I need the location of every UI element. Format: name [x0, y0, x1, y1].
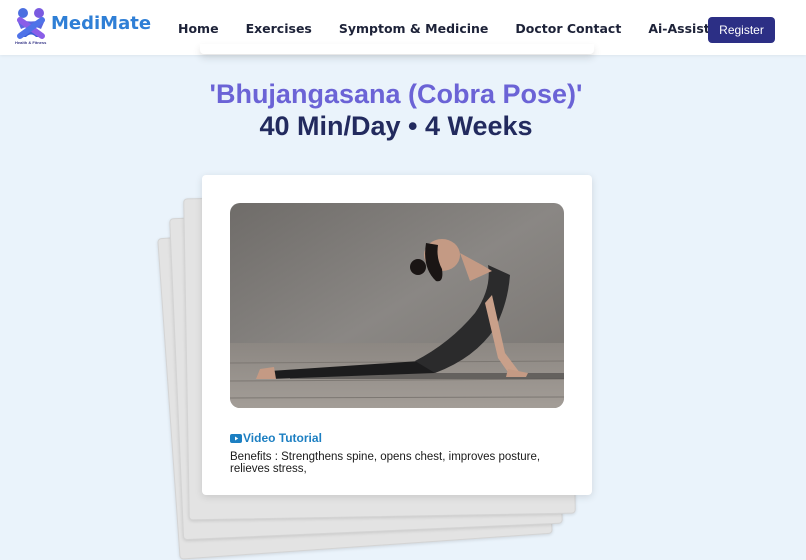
video-tutorial-link[interactable]: Video Tutorial: [230, 431, 322, 445]
nav-item-exercises[interactable]: Exercises: [246, 21, 312, 36]
benefits-text: Benefits : Strengthens spine, opens ches…: [230, 451, 541, 475]
brand-tagline: Health & Fitness: [15, 40, 47, 45]
exercise-card: Video Tutorial Benefits : Strengthens sp…: [202, 175, 592, 495]
nav-item-symptom-medicine[interactable]: Symptom & Medicine: [339, 21, 489, 36]
nav-item-home[interactable]: Home: [178, 21, 219, 36]
main-nav: Home Exercises Symptom & Medicine Doctor…: [178, 21, 733, 36]
medimate-logo-icon: Health & Fitness: [14, 7, 48, 45]
register-button[interactable]: Register: [708, 17, 775, 43]
cobra-pose-image: [230, 203, 564, 408]
brand-logo[interactable]: Health & Fitness MediMate: [14, 7, 152, 45]
exercise-title: 'Bhujangasana (Cobra Pose)': [209, 79, 583, 109]
brand-name: MediMate: [51, 12, 152, 34]
nav-dropdown-shadow: [200, 44, 594, 54]
exercise-duration: 40 Min/Day • 4 Weeks: [259, 111, 533, 141]
youtube-icon: [230, 433, 242, 443]
video-tutorial-label: Video Tutorial: [243, 431, 322, 445]
nav-item-doctor-contact[interactable]: Doctor Contact: [515, 21, 621, 36]
